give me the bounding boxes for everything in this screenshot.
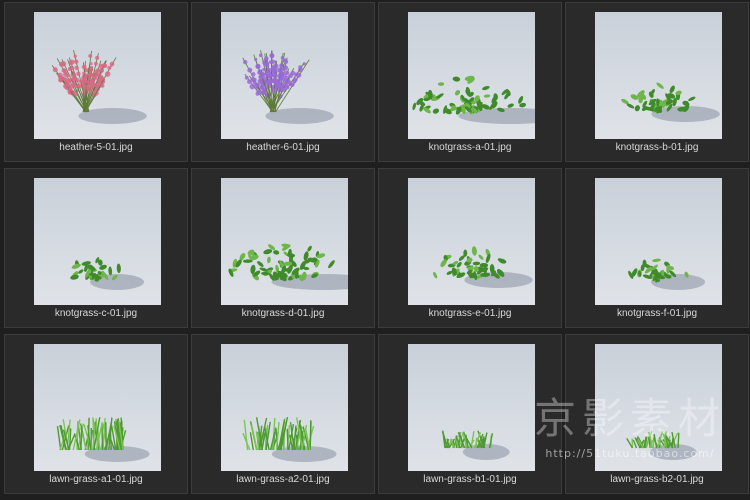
- knotgrass-image: [628, 258, 705, 290]
- file-name-label: knotgrass-c-01.jpg: [54, 308, 138, 319]
- thumbnail-image: [221, 12, 348, 139]
- file-name-label: knotgrass-a-01.jpg: [428, 142, 512, 153]
- knotgrass-image: [228, 243, 348, 290]
- file-thumbnail-tile[interactable]: lawn-grass-a1-01.jpg: [4, 334, 188, 494]
- thumbnail-image: [595, 344, 722, 471]
- file-name-label: knotgrass-f-01.jpg: [616, 308, 698, 319]
- thumbnail-image: [408, 12, 535, 139]
- file-name-label: knotgrass-b-01.jpg: [615, 142, 699, 153]
- lawn-grass-image: [441, 430, 510, 460]
- thumbnail-image: [34, 178, 161, 305]
- file-thumbnail-tile[interactable]: knotgrass-f-01.jpg: [565, 168, 749, 328]
- knotgrass-image: [621, 82, 720, 122]
- file-thumbnail-tile[interactable]: heather-5-01.jpg: [4, 2, 188, 162]
- file-thumbnail-tile[interactable]: heather-6-01.jpg: [191, 2, 375, 162]
- file-name-label: knotgrass-d-01.jpg: [241, 308, 325, 319]
- file-name-label: knotgrass-e-01.jpg: [428, 308, 512, 319]
- file-name-label: heather-5-01.jpg: [59, 142, 133, 153]
- thumbnail-image: [408, 344, 535, 471]
- knotgrass-image: [412, 75, 535, 124]
- file-name-label: heather-6-01.jpg: [246, 142, 320, 153]
- thumbnail-image: [595, 12, 722, 139]
- file-thumbnail-tile[interactable]: knotgrass-a-01.jpg: [378, 2, 562, 162]
- lawn-grass-image: [626, 430, 697, 460]
- knotgrass-image: [433, 246, 533, 288]
- file-thumbnail-tile[interactable]: knotgrass-d-01.jpg: [191, 168, 375, 328]
- thumbnail-image: [595, 178, 722, 305]
- file-name-label: lawn-grass-b2-01.jpg: [610, 474, 704, 485]
- file-thumbnail-tile[interactable]: lawn-grass-b1-01.jpg: [378, 334, 562, 494]
- thumbnail-image: [221, 178, 348, 305]
- file-name-label: lawn-grass-a2-01.jpg: [236, 474, 330, 485]
- knotgrass-image: [70, 257, 144, 290]
- file-thumbnail-tile[interactable]: knotgrass-e-01.jpg: [378, 168, 562, 328]
- heather-plant-image: [242, 50, 334, 124]
- lawn-grass-image: [56, 417, 150, 462]
- file-thumbnail-tile[interactable]: knotgrass-b-01.jpg: [565, 2, 749, 162]
- file-name-label: lawn-grass-a1-01.jpg: [49, 474, 143, 485]
- file-name-label: lawn-grass-b1-01.jpg: [423, 474, 517, 485]
- file-thumbnail-tile[interactable]: lawn-grass-b2-01.jpg: [565, 334, 749, 494]
- heather-plant-image: [51, 50, 147, 124]
- thumbnail-image: [34, 344, 161, 471]
- file-thumbnail-tile[interactable]: lawn-grass-a2-01.jpg: [191, 334, 375, 494]
- thumbnail-image: [408, 178, 535, 305]
- thumbnail-image: [34, 12, 161, 139]
- file-thumbnail-tile[interactable]: knotgrass-c-01.jpg: [4, 168, 188, 328]
- thumbnail-grid: heather-5-01.jpg heather-6-01.jpg knotgras…: [0, 0, 750, 500]
- lawn-grass-image: [242, 417, 337, 462]
- thumbnail-image: [221, 344, 348, 471]
